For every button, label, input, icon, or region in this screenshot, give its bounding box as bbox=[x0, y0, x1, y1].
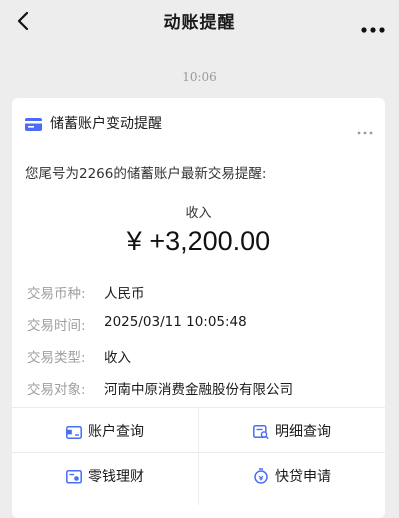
wealth-icon bbox=[66, 470, 82, 484]
card-more-button[interactable] bbox=[357, 120, 373, 135]
card-more-dots-icon bbox=[357, 131, 373, 135]
detail-value: 人民币 bbox=[104, 286, 145, 302]
message-timestamp: 10:06 bbox=[182, 70, 217, 84]
detail-value: 2025/03/11 10:05:48 bbox=[104, 314, 247, 330]
card-header: 储蓄账户变动提醒 bbox=[12, 98, 385, 146]
transaction-amount: ¥ +3,200.00 bbox=[126, 226, 271, 256]
detail-label: 交易币种: bbox=[27, 286, 86, 302]
transaction-intro-text: 您尾号为2266的储蓄账户最新交易提醒: bbox=[25, 166, 267, 182]
detail-label: 交易类型: bbox=[27, 350, 86, 366]
wealth-management-button[interactable]: 零钱理财 bbox=[12, 453, 198, 497]
action-label: 快贷申请 bbox=[275, 469, 331, 485]
quick-loan-button[interactable]: 快贷申请 bbox=[199, 453, 385, 497]
more-dots-icon bbox=[361, 27, 385, 33]
more-options-button[interactable] bbox=[361, 18, 385, 33]
action-label: 账户查询 bbox=[88, 424, 144, 440]
action-label: 零钱理财 bbox=[88, 469, 144, 485]
detail-label: 交易时间: bbox=[27, 318, 86, 334]
card-icon bbox=[66, 426, 82, 439]
account-query-button[interactable]: 账户查询 bbox=[12, 408, 198, 452]
savings-card-icon bbox=[25, 116, 42, 131]
page-title: 动账提醒 bbox=[163, 13, 236, 33]
detail-label: 交易对象: bbox=[27, 382, 86, 398]
card-title: 储蓄账户变动提醒 bbox=[50, 116, 162, 132]
top-nav-bar: 动账提醒 bbox=[0, 0, 399, 44]
action-label: 明细查询 bbox=[275, 424, 331, 440]
notification-card: 储蓄账户变动提醒 您尾号为2266的储蓄账户最新交易提醒: 收入 ¥ +3,20… bbox=[12, 98, 385, 518]
bill-search-icon bbox=[253, 425, 269, 440]
amount-label: 收入 bbox=[185, 206, 212, 221]
detail-query-button[interactable]: 明细查询 bbox=[199, 408, 385, 452]
detail-value: 收入 bbox=[104, 350, 131, 366]
loan-icon bbox=[254, 468, 268, 484]
detail-value: 河南中原消费金融股份有限公司 bbox=[104, 382, 293, 398]
